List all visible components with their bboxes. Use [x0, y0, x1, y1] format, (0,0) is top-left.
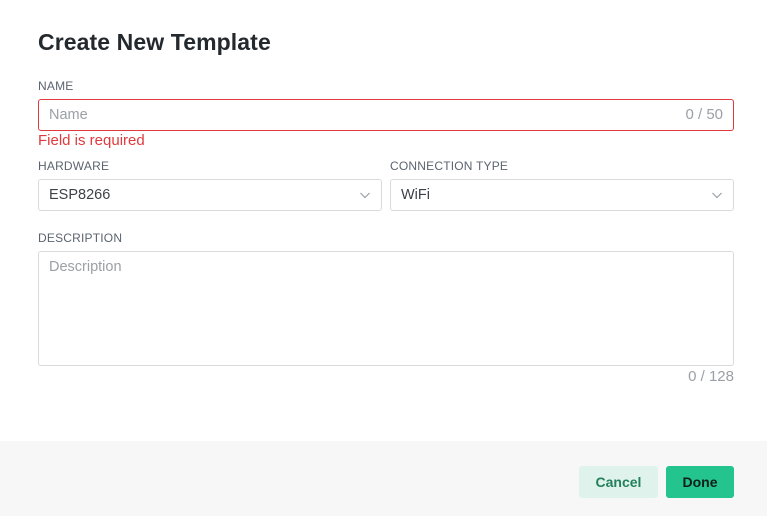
description-label: DESCRIPTION [38, 231, 123, 245]
hardware-select[interactable]: ESP8266 [38, 179, 382, 211]
connection-type-label: CONNECTION TYPE [390, 159, 509, 173]
name-input[interactable]: Name 0 / 50 [38, 99, 734, 131]
cancel-button[interactable]: Cancel [579, 466, 658, 498]
hardware-value: ESP8266 [49, 187, 111, 203]
create-template-dialog: Create New Template NAME Name 0 / 50 Fie… [0, 0, 767, 516]
name-error-message: Field is required [38, 132, 145, 149]
connection-type-value: WiFi [401, 187, 430, 203]
name-placeholder: Name [49, 107, 88, 123]
name-label: NAME [38, 79, 74, 93]
hardware-label: HARDWARE [38, 159, 110, 173]
chevron-down-icon [360, 192, 370, 199]
connection-type-select[interactable]: WiFi [390, 179, 734, 211]
dialog-title: Create New Template [38, 29, 271, 55]
description-char-counter: 0 / 128 [688, 368, 734, 385]
dialog-footer: Cancel Done [0, 441, 767, 516]
description-textarea[interactable]: Description [38, 251, 734, 366]
description-placeholder: Description [49, 259, 122, 275]
done-button[interactable]: Done [666, 466, 734, 498]
chevron-down-icon [712, 192, 722, 199]
name-char-counter: 0 / 50 [685, 106, 723, 123]
